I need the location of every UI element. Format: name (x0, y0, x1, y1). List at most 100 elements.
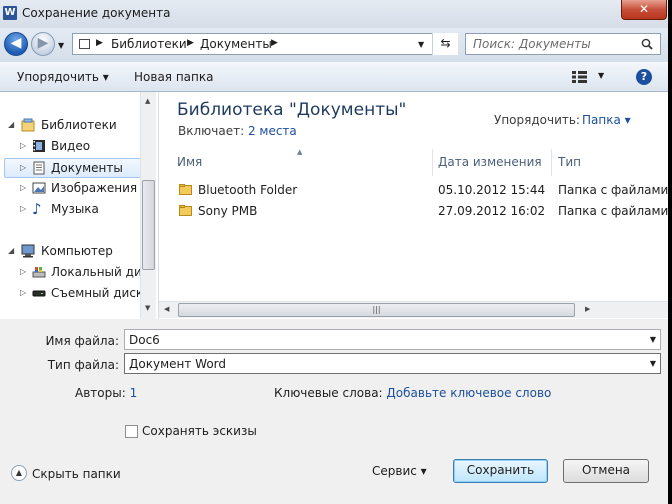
documents-icon (33, 161, 45, 175)
column-divider[interactable] (551, 149, 552, 176)
search-input[interactable]: Поиск: Документы (465, 33, 661, 55)
collapsed-triangle-icon[interactable]: ▷ (20, 163, 26, 172)
window-title: Сохранение документа (22, 6, 171, 20)
column-header-name[interactable]: Имя (177, 149, 431, 176)
word-app-icon: W (3, 6, 17, 20)
file-date: 27.09.2012 16:02 (438, 204, 546, 218)
filetype-dropdown-icon[interactable]: ▼ (650, 359, 656, 368)
local-disk-icon (32, 267, 46, 278)
keywords-label: Ключевые слова: (274, 386, 383, 400)
filename-value: Doc6 (129, 333, 160, 347)
keywords-field: Ключевые слова: Добавьте ключевое слово (274, 386, 551, 400)
library-title: Библиотека "Документы" (177, 100, 407, 120)
collapsed-triangle-icon[interactable]: ▷ (20, 141, 26, 150)
filetype-select[interactable]: Документ Word ▼ (124, 353, 661, 374)
collapsed-triangle-icon[interactable]: ▷ (20, 183, 26, 192)
breadcrumb-documents[interactable]: Документы (200, 37, 272, 51)
filetype-label: Тип файла: (47, 358, 119, 372)
collapsed-triangle-icon[interactable]: ▷ (20, 288, 26, 297)
sidebar-item-libraries[interactable]: ◢ Библиотеки (4, 116, 144, 136)
sidebar-item-pictures[interactable]: ▷ Изображения (4, 179, 144, 199)
file-list-pane: Библиотека "Документы" Включает: 2 места… (159, 92, 668, 319)
libraries-icon (21, 118, 35, 132)
file-name: Bluetooth Folder (198, 183, 298, 197)
help-button[interactable]: ? (636, 69, 652, 85)
search-placeholder: Поиск: Документы (473, 37, 591, 51)
authors-label: Авторы: (75, 386, 126, 400)
expanded-triangle-icon[interactable]: ◢ (8, 120, 14, 129)
save-dialog: W Сохранение документа ✕ ◀ ▶ ▼ ▶ Библиот… (0, 0, 668, 504)
sidebar-item-computer[interactable]: ◢ Компьютер (4, 242, 144, 262)
address-bar[interactable]: ▶ Библиотеки ▶ Документы ▶ ▼ (72, 33, 458, 55)
file-row[interactable]: Bluetooth Folder 05.10.2012 15:44 Папка … (176, 180, 668, 200)
sidebar-item-removable-disk[interactable]: ▷ Съемный диск ( (4, 284, 152, 304)
file-type: Папка с файлами (558, 204, 668, 218)
save-thumbnails-checkbox[interactable] (125, 425, 138, 438)
column-divider[interactable] (432, 149, 433, 176)
filename-input[interactable]: Doc6 ▼ (124, 329, 661, 350)
sidebar-item-local-disk[interactable]: ▷ Локальный диск (4, 263, 156, 283)
authors-field: Авторы: 1 (75, 386, 137, 400)
video-icon (33, 140, 45, 152)
keywords-value[interactable]: Добавьте ключевое слово (386, 386, 551, 400)
filename-label: Имя файла: (45, 334, 119, 348)
recent-pages-chevron-icon[interactable]: ▼ (58, 41, 64, 50)
address-separator-icon[interactable]: ▶ (271, 38, 278, 48)
scroll-right-icon[interactable]: ▶ (585, 305, 590, 313)
scroll-down-icon[interactable]: ▼ (145, 304, 150, 312)
collapsed-triangle-icon[interactable]: ▷ (20, 267, 26, 276)
tools-button[interactable]: Сервис ▾ (372, 464, 427, 478)
new-folder-button[interactable]: Новая папка (134, 70, 213, 84)
view-options-icon[interactable] (572, 71, 588, 83)
library-includes-label: Включает: (178, 124, 245, 138)
collapsed-triangle-icon[interactable]: ▷ (20, 204, 26, 213)
music-icon: ♪ (32, 200, 42, 218)
file-type: Папка с файлами (558, 183, 668, 197)
filename-dropdown-icon[interactable]: ▼ (650, 335, 656, 344)
sidebar-item-video[interactable]: ▷ Видео (4, 137, 144, 157)
search-icon[interactable] (641, 38, 653, 50)
computer-icon (21, 244, 35, 258)
folder-icon (179, 184, 192, 195)
save-thumbnails-label[interactable]: Сохранять эскизы (142, 424, 257, 438)
address-separator-icon[interactable]: ▶ (187, 38, 194, 48)
arrange-by-dropdown[interactable]: Папка ▾ (582, 113, 631, 127)
breadcrumb-libraries[interactable]: Библиотеки (111, 37, 187, 51)
command-toolbar: Упорядочить ▾ Новая папка ▼ ? (0, 62, 668, 92)
navigation-pane-scroll-thumb[interactable] (142, 180, 155, 270)
column-header-date[interactable]: Дата изменения (438, 149, 550, 176)
file-list-horizontal-scrollbar[interactable]: ◀ ||| ▶ (159, 301, 668, 318)
refresh-button[interactable]: ⇆ (432, 33, 458, 55)
file-name: Sony PMB (198, 204, 258, 218)
expanded-triangle-icon[interactable]: ◢ (8, 246, 14, 255)
file-row[interactable]: Sony PMB 27.09.2012 16:02 Папка с файлам… (176, 201, 668, 221)
sidebar-item-music[interactable]: ▷ ♪ Музыка (4, 200, 144, 220)
navigation-pane: ◢ Библиотеки ▷ Видео ▷ Документы ▷ Изобр… (0, 92, 159, 319)
close-button[interactable]: ✕ (621, 0, 667, 20)
library-locations-link[interactable]: 2 места (248, 124, 297, 138)
forward-button[interactable]: ▶ (31, 32, 55, 56)
filetype-value: Документ Word (129, 357, 226, 371)
title-bar: W Сохранение документа ✕ (0, 0, 668, 28)
column-header-type[interactable]: Тип (558, 149, 658, 176)
file-date: 05.10.2012 15:44 (438, 183, 546, 197)
library-includes: Включает: 2 места (178, 124, 297, 138)
view-dropdown-icon[interactable]: ▼ (598, 71, 604, 80)
scroll-up-icon[interactable]: ▲ (145, 97, 150, 105)
organize-button[interactable]: Упорядочить ▾ (17, 70, 109, 84)
back-button[interactable]: ◀ (4, 32, 28, 56)
horizontal-scroll-thumb[interactable]: ||| (178, 303, 575, 317)
sidebar-item-documents[interactable]: ▷ Документы (4, 158, 144, 178)
arrange-label: Упорядочить: (494, 113, 580, 127)
removable-disk-icon (32, 290, 46, 297)
cancel-button[interactable]: Отмена (563, 459, 649, 483)
chevron-up-icon[interactable]: ▲ (11, 465, 27, 481)
pictures-icon (32, 182, 46, 194)
address-separator-icon[interactable]: ▶ (96, 38, 103, 48)
hide-folders-button[interactable]: Скрыть папки (32, 467, 121, 481)
save-button[interactable]: Сохранить (453, 459, 548, 483)
address-dropdown-icon[interactable]: ▼ (418, 40, 424, 49)
scroll-left-icon[interactable]: ◀ (164, 305, 169, 313)
navigation-pane-scrollbar[interactable]: ▲ ▼ (140, 92, 156, 319)
authors-value[interactable]: 1 (130, 386, 138, 400)
